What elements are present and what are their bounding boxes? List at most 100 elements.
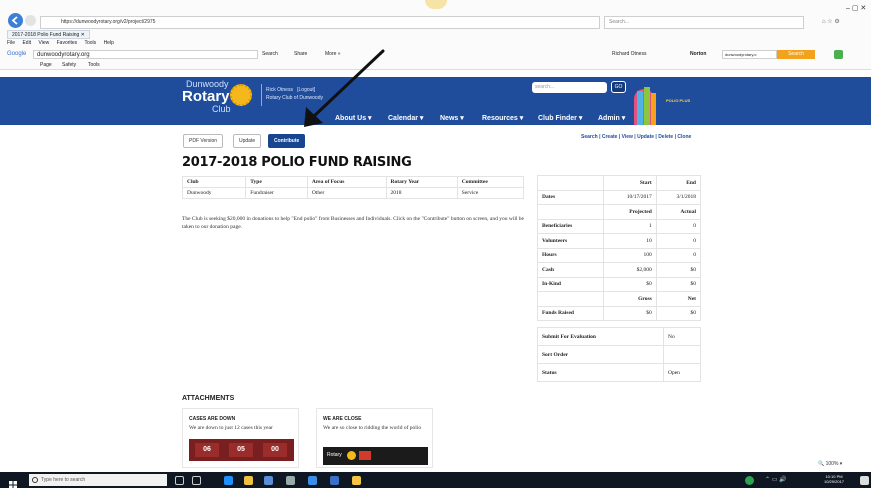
gross-header: Gross bbox=[603, 291, 657, 307]
system-tray-icons[interactable]: ⌃ ▭ 🔊 bbox=[765, 476, 787, 483]
projected-value: 1 bbox=[603, 218, 657, 234]
zoom-value: 100% bbox=[825, 461, 839, 467]
header-divider bbox=[261, 84, 262, 106]
countdown-number: 00 bbox=[263, 443, 287, 457]
funds-raised-label: Funds Raised bbox=[537, 305, 604, 321]
nav-news[interactable]: News ▾ bbox=[440, 114, 464, 122]
attachment-card[interactable]: CASES ARE DOWN We are down to just 12 ca… bbox=[182, 408, 299, 468]
file-explorer-icon[interactable] bbox=[244, 476, 253, 485]
sort-order-value bbox=[663, 345, 701, 364]
nav-resources[interactable]: Resources ▾ bbox=[482, 114, 523, 122]
norton-label[interactable]: Norton bbox=[690, 51, 706, 57]
zoom-level[interactable]: 🔍 100% ▾ bbox=[818, 461, 842, 467]
status-value: Open bbox=[663, 363, 701, 382]
table-header-row: Club Type Area of Focus Rotary Year Comm… bbox=[181, 176, 525, 188]
norton-search-input[interactable]: dunwoodyrotary.o bbox=[722, 50, 777, 59]
menu-edit[interactable]: Edit bbox=[22, 40, 31, 46]
nav-calendar[interactable]: Calendar ▾ bbox=[388, 114, 423, 122]
outlook-icon[interactable] bbox=[330, 476, 339, 485]
table-row: Cash $2,000 $0 bbox=[537, 262, 702, 278]
table-row: Volunteers 10 0 bbox=[537, 233, 702, 249]
menu-tools[interactable]: Tools bbox=[84, 40, 96, 46]
toolbar-search-button[interactable]: Search bbox=[262, 51, 278, 57]
tab-title: 2017-2018 Polio Fund Raising bbox=[12, 32, 80, 38]
app-icon[interactable] bbox=[286, 476, 295, 485]
rotary-wheel-icon bbox=[347, 451, 356, 460]
menu-view[interactable]: View bbox=[38, 40, 49, 46]
projected-value: $2,000 bbox=[603, 262, 657, 278]
task-view-icon[interactable] bbox=[175, 476, 184, 485]
sticky-notes-icon[interactable] bbox=[352, 476, 361, 485]
brand-main[interactable]: Rotary bbox=[182, 88, 230, 105]
command-bar: Page Safety Tools bbox=[0, 61, 871, 70]
forward-button[interactable] bbox=[25, 15, 36, 26]
taskbar-clock[interactable]: 10:10 PM 10/29/2017 bbox=[824, 474, 844, 484]
cmd-tools[interactable]: Tools bbox=[88, 62, 100, 68]
browser-search-input[interactable]: Search... bbox=[604, 16, 804, 29]
store-icon[interactable] bbox=[264, 476, 273, 485]
edge-icon[interactable] bbox=[224, 476, 233, 485]
cmd-page[interactable]: Page bbox=[40, 62, 52, 68]
polio-text: POLIO PLUS bbox=[666, 98, 691, 103]
row-label: In-Kind bbox=[537, 276, 604, 292]
window-buttons[interactable]: – ▢ ✕ bbox=[846, 4, 866, 12]
row-label: Volunteers bbox=[537, 233, 604, 249]
card-image[interactable]: 06 05 00 bbox=[189, 439, 294, 461]
update-button[interactable]: Update bbox=[233, 134, 262, 148]
norton-search-button[interactable]: Search bbox=[777, 50, 815, 59]
site-search-input[interactable]: search... bbox=[532, 82, 607, 93]
internet-explorer-icon[interactable] bbox=[308, 476, 317, 485]
header-type: Type bbox=[245, 176, 308, 188]
evaluation-table: Submit For Evaluation No Sort Order Statu… bbox=[537, 327, 701, 382]
row-label: Hours bbox=[537, 247, 604, 263]
attachment-card[interactable]: WE ARE CLOSE We are so close to ridding … bbox=[316, 408, 433, 468]
project-description: The Club is seeking $20,000 in donations… bbox=[182, 216, 524, 230]
card-text: We are so close to ridding the world of … bbox=[323, 425, 422, 431]
card-image[interactable]: Rotary bbox=[323, 447, 428, 465]
row-label: Beneficiaries bbox=[537, 218, 604, 234]
gross-value: $0 bbox=[603, 305, 657, 321]
card-title: CASES ARE DOWN bbox=[189, 416, 236, 422]
rotary-wheel-icon[interactable] bbox=[230, 84, 252, 106]
nav-club-finder[interactable]: Club Finder ▾ bbox=[538, 114, 582, 122]
user-name[interactable]: Rick Otness bbox=[266, 87, 293, 93]
cell-area-of-focus: Other bbox=[306, 187, 387, 199]
row-label: Cash bbox=[537, 262, 604, 278]
table-row: Hours 100 0 bbox=[537, 247, 702, 263]
header-committee: Committee bbox=[456, 176, 525, 188]
cell-type: Fundraiser bbox=[245, 187, 308, 199]
menu-file[interactable]: File bbox=[7, 40, 15, 46]
browser-tab[interactable]: 2017-2018 Polio Fund Raising ✕ bbox=[7, 30, 90, 39]
menu-favorites[interactable]: Favorites bbox=[57, 40, 78, 46]
countdown-number: 06 bbox=[195, 443, 219, 457]
windows-start-icon[interactable] bbox=[9, 476, 17, 488]
checkmark-icon[interactable] bbox=[834, 50, 843, 59]
sort-order-label: Sort Order bbox=[537, 345, 664, 364]
action-center-icon[interactable] bbox=[860, 476, 869, 485]
cmd-safety[interactable]: Safety bbox=[62, 62, 76, 68]
user-account-label[interactable]: Richard Otness bbox=[612, 51, 646, 57]
cell-rotary-year: 2018 bbox=[385, 187, 458, 199]
polio-plus-logo-icon bbox=[634, 87, 656, 125]
window-controls[interactable]: ⌂ ☆ ⚙ bbox=[822, 18, 840, 25]
nav-admin[interactable]: Admin ▾ bbox=[598, 114, 625, 122]
screen: https://dunwoodyrotary.org/v2/project/29… bbox=[0, 0, 871, 488]
record-actions[interactable]: Search | Create | View | Update | Delete… bbox=[581, 134, 691, 140]
end-polio-icon bbox=[359, 451, 371, 460]
url-text: https://dunwoodyrotary.org/v2/project/29… bbox=[61, 19, 156, 25]
end-date: 3/1/2018 bbox=[655, 189, 702, 205]
taskbar-search-input[interactable]: Type here to search bbox=[29, 474, 167, 486]
table-row: Status Open bbox=[537, 363, 701, 382]
address-bar[interactable]: https://dunwoodyrotary.org/v2/project/29… bbox=[40, 16, 600, 29]
pdf-version-button[interactable]: PDF Version bbox=[183, 134, 224, 148]
google-search-input[interactable]: dunwoodyrotary.org bbox=[33, 50, 258, 59]
contribute-button[interactable]: Contribute bbox=[268, 134, 306, 148]
table-row: In-Kind $0 $0 bbox=[537, 276, 702, 292]
menu-help[interactable]: Help bbox=[104, 40, 114, 46]
tray-app-icon[interactable] bbox=[745, 476, 754, 485]
back-button[interactable] bbox=[8, 13, 23, 28]
task-view-alt-icon[interactable] bbox=[192, 476, 201, 485]
brand-sub: Club bbox=[212, 104, 231, 114]
site-search-go-button[interactable]: GO bbox=[611, 81, 626, 93]
projected-value: 10 bbox=[603, 233, 657, 249]
